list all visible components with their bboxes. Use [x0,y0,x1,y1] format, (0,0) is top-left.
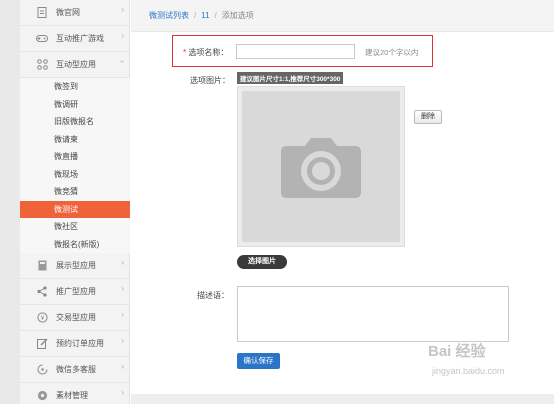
baidu-watermark: Bai 经验 jingyan.baidu.com [428,340,548,400]
breadcrumb: 微测试列表 / 11 / 添加选项 [131,0,554,32]
sidebar-item-label: 微官网 [56,8,80,17]
sidebar-item-weiguanwang[interactable]: 微官网 › [20,0,130,26]
delete-image-button[interactable]: 删除 [414,110,442,124]
sidebar-item-label: 预约订单应用 [56,339,104,348]
share-icon [36,286,48,298]
sidebar-item-label: 互动推广游戏 [56,34,104,43]
watermark-main: Bai 经验 [428,343,486,360]
required-mark: * [183,48,187,57]
description-label: 描述语： [197,291,229,300]
gamepad-icon [36,33,48,45]
document-icon [36,7,48,19]
sidebar-item-trade-app[interactable]: ¥ 交易型应用 › [20,305,130,331]
sidebar-item-label: 素材管理 [56,391,88,400]
submenu-item-ceshi[interactable]: 微测试 [20,200,130,218]
apps-icon [36,59,48,71]
image-preview[interactable] [237,86,405,247]
chat-icon [36,364,48,376]
chevron-right-icon: › [121,31,124,40]
breadcrumb-link-test-list[interactable]: 微测试列表 [149,10,189,21]
submenu: 微签到 微调研 旧版微报名 微请柬 微直播 微现场 微竞猜 微测试 微社区 微报… [20,78,130,253]
breadcrumb-link-item[interactable]: 11 [201,11,209,20]
image-size-tip: 建议图片尺寸1:1,推荐尺寸300*300 [237,72,344,84]
edit-icon [36,338,48,350]
sidebar-item-customer-service[interactable]: 微信多客服 › [20,357,130,383]
page-icon [36,260,48,272]
submenu-item-new-baoming[interactable]: 微报名(新版) [20,236,130,254]
sidebar-nav: 微官网 › 互动推广游戏 › 互动型应用 › 微签到 微调研 旧版微报名 微请柬… [20,0,130,404]
submenu-item-jingcai[interactable]: 微竞猜 [20,183,130,201]
breadcrumb-separator: / [194,11,197,20]
submenu-item-shequ[interactable]: 微社区 [20,218,130,236]
sidebar-item-promo-app[interactable]: 推广型应用 › [20,279,130,305]
submenu-item-old-baoming[interactable]: 旧版微报名 [20,113,130,131]
option-name-input[interactable] [236,44,355,59]
sidebar-item-label: 交易型应用 [56,313,96,322]
choose-image-button[interactable]: 选择图片 [237,255,287,269]
chevron-right-icon: › [121,362,124,371]
sidebar-item-label: 互动型应用 [56,60,96,69]
chevron-right-icon: › [121,5,124,14]
sidebar-item-hudong-game[interactable]: 互动推广游戏 › [20,26,130,52]
submenu-item-xianchang[interactable]: 微现场 [20,166,130,184]
chevron-right-icon: › [121,388,124,397]
sidebar-item-media[interactable]: 素材管理 › [20,383,130,404]
coin-icon: ¥ [36,312,48,324]
chevron-right-icon: › [121,258,124,267]
save-button[interactable]: 确认保存 [237,353,280,369]
sidebar-item-hudong-app[interactable]: 互动型应用 › [20,52,130,78]
breadcrumb-current: 添加选项 [221,11,254,20]
chevron-right-icon: › [121,310,124,319]
sidebar-item-display-app[interactable]: 展示型应用 › [20,253,130,279]
camera-icon [277,132,365,202]
watermark-sub: jingyan.baidu.com [432,366,505,376]
option-image-label: 选项图片： [190,76,230,85]
sidebar-item-label: 展示型应用 [56,261,96,270]
submenu-item-qiandao[interactable]: 微签到 [20,78,130,96]
chevron-right-icon: › [121,284,124,293]
description-textarea[interactable] [237,286,509,342]
media-icon [36,390,48,402]
sidebar-item-booking-app[interactable]: 预约订单应用 › [20,331,130,357]
sidebar-item-label: 推广型应用 [56,287,96,296]
submenu-item-diaoyan[interactable]: 微调研 [20,96,130,114]
chevron-down-icon: › [118,60,128,63]
sidebar-item-label: 微信多客服 [56,365,96,374]
svg-text:¥: ¥ [40,315,44,322]
image-placeholder [242,91,400,242]
breadcrumb-separator: / [214,11,217,20]
sidebar-edge [0,0,20,404]
submenu-item-zhibo[interactable]: 微直播 [20,148,130,166]
option-name-label-text: 选项名称： [188,48,229,57]
submenu-item-qingjian[interactable]: 微请柬 [20,131,130,149]
bottom-bar [131,394,554,404]
option-name-label: * 选项名称： [183,47,228,58]
sidebar: 微官网 › 互动推广游戏 › 互动型应用 › 微签到 微调研 旧版微报名 微请柬… [0,0,130,404]
option-name-hint: 建议20个字以内 [365,48,419,57]
chevron-right-icon: › [121,336,124,345]
